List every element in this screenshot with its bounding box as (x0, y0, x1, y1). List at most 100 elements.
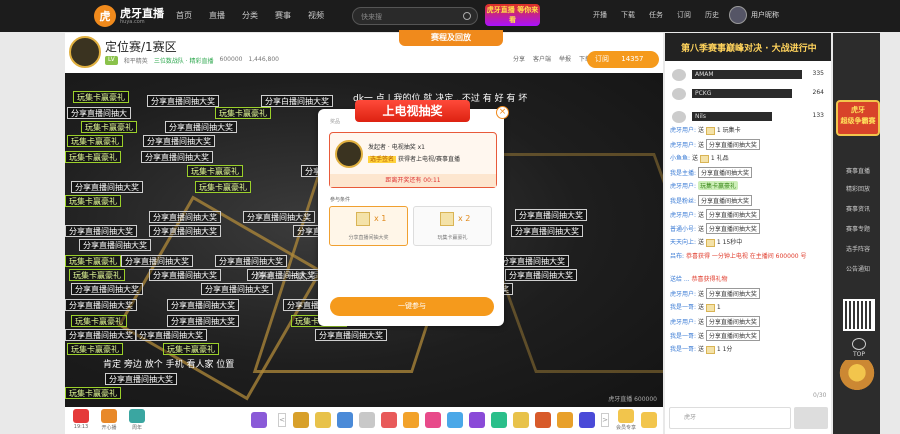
send-button[interactable] (794, 407, 828, 429)
condition-option-share[interactable]: x 1 分享直播间抽大奖 (329, 206, 408, 246)
sidebar-item[interactable]: 赛事直播 (840, 166, 876, 175)
room-category[interactable]: 和平精英 (124, 56, 148, 65)
subscribe-count: 14357 (621, 55, 644, 63)
promo-banner[interactable]: 虎牙直播 等你来看 (485, 4, 540, 26)
chat-nick[interactable]: 虎牙用户: (670, 127, 696, 134)
join-lottery-button[interactable]: 一键参与 (330, 297, 494, 316)
chat-text: 送 (697, 212, 704, 219)
gift-item[interactable] (381, 412, 397, 428)
chat-nick[interactable]: 送给 ... (670, 276, 692, 283)
sidebar-item[interactable]: 精彩回放 (840, 184, 876, 193)
chat-nick[interactable]: 虎牙用户: (670, 183, 696, 190)
nav-link-category[interactable]: 分类 (242, 10, 275, 21)
nav-link-home[interactable]: 首页 (176, 10, 209, 21)
sidebar-item[interactable]: 赛事专题 (840, 224, 876, 233)
user-menu[interactable]: 用户昵称 (729, 6, 779, 24)
logo-icon: 虎 (94, 5, 116, 27)
gift-shortcut[interactable]: 周年 (125, 409, 149, 431)
chat-input[interactable]: 虎牙 (669, 407, 791, 429)
gift-item[interactable] (359, 412, 375, 428)
gift-icon (705, 303, 715, 312)
nav-link-download[interactable]: 下载 (621, 10, 649, 20)
gift-item[interactable] (557, 412, 573, 428)
countdown: 距离开奖还有 00:11 (330, 174, 496, 187)
chat-nick[interactable]: 虎牙用户: (670, 142, 696, 149)
nav-link-video[interactable]: 视频 (308, 10, 341, 21)
chat-badge: 玩集卡赢豪礼 (697, 181, 738, 190)
danmaku-item: 分享直播间抽大奖 (201, 283, 273, 295)
chat-nick[interactable]: 我是一哥: (670, 304, 696, 311)
fan-count: 1,446,800 (248, 56, 279, 63)
chat-nick[interactable]: 我是一哥: (670, 333, 696, 340)
chat-extra: 玩集卡 (722, 127, 741, 134)
chat-extra: 1分 (722, 346, 733, 353)
chat-nick[interactable]: 我是粉丝: (670, 198, 696, 205)
sidebar-item[interactable]: 赛事资讯 (840, 204, 876, 213)
chat-nick[interactable]: 我是一哥: (670, 346, 696, 353)
chat-nick[interactable]: 小鱼鱼: (670, 155, 690, 162)
gift-item[interactable] (513, 412, 529, 428)
danmaku-item: 分享直播间抽大奖 (65, 329, 137, 341)
chat-nick[interactable]: 虎牙用户: (670, 319, 696, 326)
chat-text: 送 (697, 333, 704, 340)
gift-item[interactable] (315, 412, 331, 428)
gift-item[interactable] (469, 412, 485, 428)
room-tag[interactable]: 三位数战队 · 精彩直播 (154, 56, 214, 65)
chat-nick[interactable]: 普通小号: (670, 226, 696, 233)
nav-link-tasks[interactable]: 任务 (649, 10, 677, 20)
anchor-avatar[interactable] (69, 36, 101, 68)
client-button[interactable]: 客户端 (533, 54, 551, 63)
member-gift[interactable]: 会员专享 (613, 409, 639, 431)
prize-title: 发起者 · 电视抽奖 x1 (368, 144, 425, 151)
danmaku-item: 玩集卡赢豪礼 (65, 195, 121, 207)
chevron-right-icon[interactable]: > (601, 413, 609, 427)
chat-message: 普通小号: 送 分享直播间抽大奖 (670, 223, 828, 234)
search-icon[interactable] (463, 12, 471, 20)
nav-link-broadcast[interactable]: 开播 (593, 10, 621, 20)
event-badge[interactable]: 虎牙 超级争霸赛 (836, 100, 880, 136)
search-input[interactable]: 快来搜 (352, 7, 478, 25)
share-button[interactable]: 分享 (513, 54, 525, 63)
mascot-icon[interactable] (836, 360, 878, 392)
subscribe-button[interactable]: 订阅 14357 (587, 51, 659, 68)
gift-icon (705, 126, 715, 135)
team-icon (672, 69, 686, 81)
chat-nick[interactable]: 吕布: (670, 253, 684, 260)
chat-nick[interactable]: 天天向上: (670, 239, 696, 246)
gift-item[interactable] (641, 412, 657, 428)
nav-link-live[interactable]: 直播 (209, 10, 242, 21)
nav-link-subscribe[interactable]: 订阅 (677, 10, 705, 20)
chat-nick[interactable]: 虎牙用户: (670, 212, 696, 219)
gift-item[interactable] (293, 412, 309, 428)
danmaku-item: 分享直播间抽大奖 (511, 225, 583, 237)
gift-item[interactable] (337, 412, 353, 428)
sidebar-item[interactable]: 选手阵容 (840, 244, 876, 253)
chat-nick[interactable]: 我是主播: (670, 170, 696, 177)
gift-item[interactable] (535, 412, 551, 428)
condition-label: 参与条件 (330, 197, 351, 203)
close-icon[interactable]: × (496, 106, 509, 119)
user-nav-links: 开播 下载 任务 订阅 历史 (593, 10, 733, 20)
condition-option-card[interactable]: x 2 玩集卡赢豪礼 (413, 206, 492, 246)
site-logo[interactable]: 虎 虎牙直播 huya.com (94, 5, 164, 27)
gift-shortcut[interactable]: 19:13 (69, 409, 93, 430)
gift-item[interactable] (579, 412, 595, 428)
gift-item[interactable] (403, 412, 419, 428)
gift-item[interactable] (491, 412, 507, 428)
prize-card: 发起者 · 电视抽奖 x1 选手签名 获得者上电视/赛事直播 距离开奖还有 00… (329, 132, 497, 188)
gift-item[interactable] (251, 412, 267, 428)
schedule-replay-tab[interactable]: 赛程及回放 (399, 30, 503, 46)
chat-nick[interactable]: 虎牙用户: (670, 291, 696, 298)
nav-link-match[interactable]: 赛事 (275, 10, 308, 21)
chat-message: 天天向上: 送 1 15秒中 (670, 237, 828, 247)
report-button[interactable]: 举报 (559, 54, 571, 63)
chevron-left-icon[interactable]: < (278, 413, 286, 427)
option-count: x 2 (458, 214, 471, 223)
gift-item[interactable] (425, 412, 441, 428)
gift-item[interactable] (447, 412, 463, 428)
gift-shortcut[interactable]: 开心播 (97, 409, 121, 431)
viewer-count: 600000 (219, 56, 243, 63)
event-banner[interactable]: 第八季赛事巅峰对决 · 大战进行中 (665, 33, 831, 61)
sidebar-item[interactable]: 公告通知 (840, 264, 876, 273)
danmaku-item: 分享直播间抽大奖 (149, 225, 221, 237)
